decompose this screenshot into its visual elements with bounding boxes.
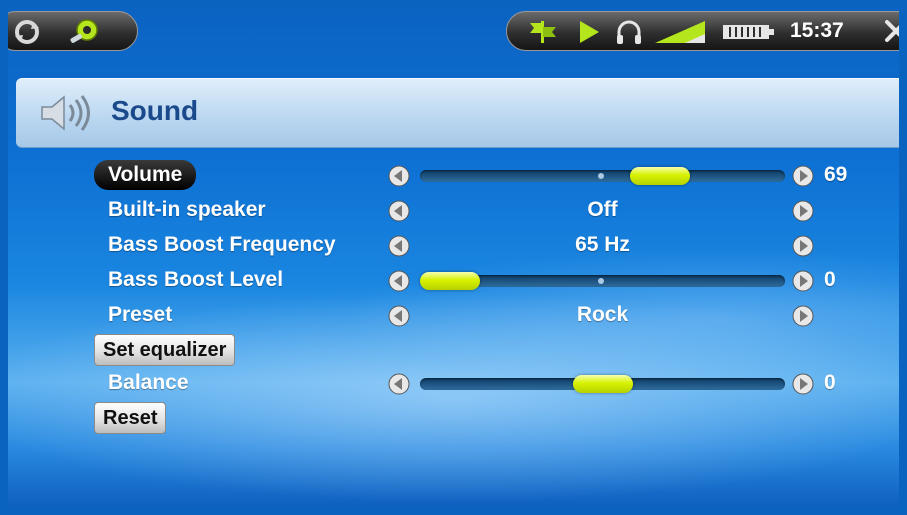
speaker-icon xyxy=(41,95,90,131)
settings-icon[interactable] xyxy=(67,17,99,47)
slider-center-marker xyxy=(598,278,604,284)
decrease-arrow-icon[interactable] xyxy=(388,165,410,187)
volume-slider[interactable] xyxy=(420,167,785,185)
volume-label[interactable]: Volume xyxy=(94,160,197,190)
decrease-arrow-icon[interactable] xyxy=(388,305,410,327)
volume-level-icon xyxy=(655,21,705,43)
bass-boost-level-label[interactable]: Bass Boost Level xyxy=(108,265,283,295)
slider-thumb[interactable] xyxy=(420,272,480,290)
increase-arrow-icon[interactable] xyxy=(792,373,814,395)
clock-time: 15:37 xyxy=(790,19,844,42)
reset-button[interactable]: Reset xyxy=(94,402,167,434)
builtin-speaker-label[interactable]: Built-in speaker xyxy=(108,195,266,225)
bass-boost-frequency-label[interactable]: Bass Boost Frequency xyxy=(108,230,336,260)
page-title: Sound xyxy=(111,95,199,126)
battery-icon xyxy=(723,25,774,39)
decrease-arrow-icon[interactable] xyxy=(388,200,410,222)
sound-settings-screen: 15:37 Sound Volume 69 Built-in speaker O… xyxy=(8,8,899,507)
balance-slider[interactable] xyxy=(420,375,785,393)
flag-icon xyxy=(530,21,556,43)
preset-label[interactable]: Preset xyxy=(108,300,172,330)
bass-boost-frequency-value: 65 Hz xyxy=(575,233,630,256)
slider-center-marker xyxy=(598,173,604,179)
increase-arrow-icon[interactable] xyxy=(792,165,814,187)
decrease-arrow-icon[interactable] xyxy=(388,235,410,257)
close-icon[interactable] xyxy=(883,18,899,44)
preset-value: Rock xyxy=(576,303,629,326)
bass-boost-level-value: 0 xyxy=(824,268,836,291)
status-bar: 15:37 xyxy=(8,8,899,56)
right-status-pill: 15:37 xyxy=(506,11,899,51)
increase-arrow-icon[interactable] xyxy=(792,305,814,327)
play-icon xyxy=(580,21,599,43)
slider-thumb[interactable] xyxy=(573,375,633,393)
balance-value: 0 xyxy=(824,371,836,394)
volume-value: 69 xyxy=(824,163,848,186)
balance-label[interactable]: Balance xyxy=(108,368,189,398)
refresh-icon[interactable] xyxy=(13,18,41,46)
builtin-speaker-value: Off xyxy=(587,198,618,221)
bass-boost-level-slider[interactable] xyxy=(420,272,785,290)
decrease-arrow-icon[interactable] xyxy=(388,373,410,395)
increase-arrow-icon[interactable] xyxy=(792,270,814,292)
left-status-pill xyxy=(8,11,138,51)
setting-row-builtin-speaker[interactable]: Built-in speaker Off xyxy=(8,195,899,229)
setting-row-balance[interactable]: Balance 0 xyxy=(8,368,899,402)
setting-row-reset[interactable]: Reset xyxy=(8,402,899,436)
set-equalizer-button[interactable]: Set equalizer xyxy=(94,334,236,366)
increase-arrow-icon[interactable] xyxy=(792,200,814,222)
increase-arrow-icon[interactable] xyxy=(792,235,814,257)
setting-row-set-equalizer[interactable]: Set equalizer xyxy=(8,334,899,368)
page-header: Sound xyxy=(16,78,899,148)
setting-row-volume[interactable]: Volume 69 xyxy=(8,160,899,194)
slider-thumb[interactable] xyxy=(630,167,690,185)
decrease-arrow-icon[interactable] xyxy=(388,270,410,292)
headphones-icon xyxy=(617,20,641,44)
setting-row-bass-boost-frequency[interactable]: Bass Boost Frequency 65 Hz xyxy=(8,230,899,264)
setting-row-preset[interactable]: Preset Rock xyxy=(8,300,899,334)
setting-row-bass-boost-level[interactable]: Bass Boost Level 0 xyxy=(8,265,899,299)
